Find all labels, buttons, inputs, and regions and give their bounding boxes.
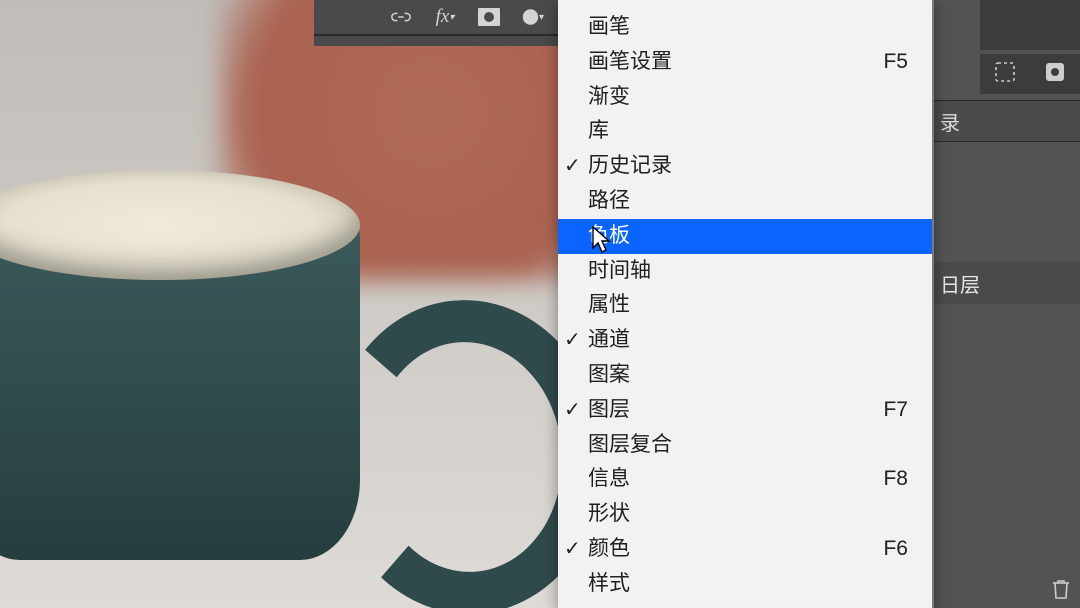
menu-label: 颜色 bbox=[588, 537, 630, 560]
menu-item-history[interactable]: ✓ 历史记录 bbox=[558, 149, 932, 184]
menu-label: 图案 bbox=[588, 363, 630, 386]
menu-label: 路径 bbox=[588, 189, 630, 212]
check-icon: ✓ bbox=[564, 149, 581, 184]
menu-label: 画笔设置 bbox=[588, 50, 672, 73]
menu-item-brush[interactable]: 画笔 bbox=[558, 10, 932, 45]
check-icon: ✓ bbox=[564, 323, 581, 358]
menu-item-color[interactable]: ✓ 颜色 F6 bbox=[558, 532, 932, 567]
layers-panel-toolbar: fx▾ ▾ bbox=[314, 0, 558, 36]
fill-icon[interactable] bbox=[1044, 61, 1066, 88]
menu-label: 图层复合 bbox=[588, 433, 672, 456]
menu-label: 渐变 bbox=[588, 85, 630, 108]
mask-icon[interactable] bbox=[478, 6, 500, 28]
menu-item-styles[interactable]: 样式 bbox=[558, 567, 932, 602]
right-dock: 录 日层 bbox=[932, 0, 1080, 608]
menu-label: 色板 bbox=[588, 224, 630, 247]
menu-item-properties[interactable]: 属性 bbox=[558, 288, 932, 323]
menu-item-gradient[interactable]: 渐变 bbox=[558, 80, 932, 115]
menu-item-patterns[interactable]: 图案 bbox=[558, 358, 932, 393]
history-panel-tab[interactable]: 录 bbox=[932, 100, 1080, 142]
trash-icon[interactable] bbox=[1050, 577, 1072, 606]
link-icon[interactable] bbox=[390, 6, 412, 28]
menu-item-channels[interactable]: ✓ 通道 bbox=[558, 323, 932, 358]
menu-label: 画笔 bbox=[588, 15, 630, 38]
app-window: fx▾ ▾ 录 日层 bbox=[0, 0, 1080, 608]
menu-label: 属性 bbox=[588, 293, 630, 316]
menu-item-brush-settings[interactable]: 画笔设置 F5 bbox=[558, 45, 932, 80]
check-icon: ✓ bbox=[564, 393, 581, 428]
menu-item-layers[interactable]: ✓ 图层 F7 bbox=[558, 393, 932, 428]
menu-label: 图层 bbox=[588, 398, 630, 421]
menu-item-library[interactable]: 库 bbox=[558, 114, 932, 149]
menu-label: 信息 bbox=[588, 467, 630, 490]
menu-label: 通道 bbox=[588, 328, 630, 351]
marquee-icon[interactable] bbox=[994, 61, 1016, 88]
menu-label: 库 bbox=[588, 119, 609, 142]
check-icon: ✓ bbox=[564, 532, 581, 567]
menu-item-paths[interactable]: 路径 bbox=[558, 184, 932, 219]
menu-shortcut: F8 bbox=[883, 462, 908, 497]
menu-item-timeline[interactable]: 时间轴 bbox=[558, 254, 932, 289]
menu-item-shapes[interactable]: 形状 bbox=[558, 497, 932, 532]
menu-label: 时间轴 bbox=[588, 259, 651, 282]
panel-tab-label: 录 bbox=[940, 107, 960, 136]
menu-item-layer-comps[interactable]: 图层复合 bbox=[558, 428, 932, 463]
panel-drag-handle[interactable] bbox=[314, 36, 558, 46]
menu-label: 形状 bbox=[588, 502, 630, 525]
adjustment-icon[interactable]: ▾ bbox=[522, 6, 544, 28]
dock-icon-row bbox=[980, 54, 1080, 94]
window-menu-dropdown: 画笔 画笔设置 F5 渐变 库 ✓ 历史记录 路径 色板 时间轴 属性 ✓ bbox=[558, 0, 934, 608]
layers-panel-row[interactable]: 日层 bbox=[932, 262, 1080, 304]
menu-shortcut: F7 bbox=[883, 393, 908, 428]
menu-shortcut: F6 bbox=[883, 532, 908, 567]
menu-item-swatches[interactable]: 色板 bbox=[558, 219, 932, 254]
menu-label: 历史记录 bbox=[588, 154, 672, 177]
menu-top-edge bbox=[558, 0, 932, 10]
canvas-photo bbox=[0, 0, 560, 608]
fx-icon[interactable]: fx▾ bbox=[434, 6, 456, 28]
dock-header-dark bbox=[980, 0, 1080, 50]
menu-item-info[interactable]: 信息 F8 bbox=[558, 462, 932, 497]
menu-label: 样式 bbox=[588, 572, 630, 595]
panel-row-label: 日层 bbox=[940, 269, 980, 298]
menu-shortcut: F5 bbox=[883, 45, 908, 80]
